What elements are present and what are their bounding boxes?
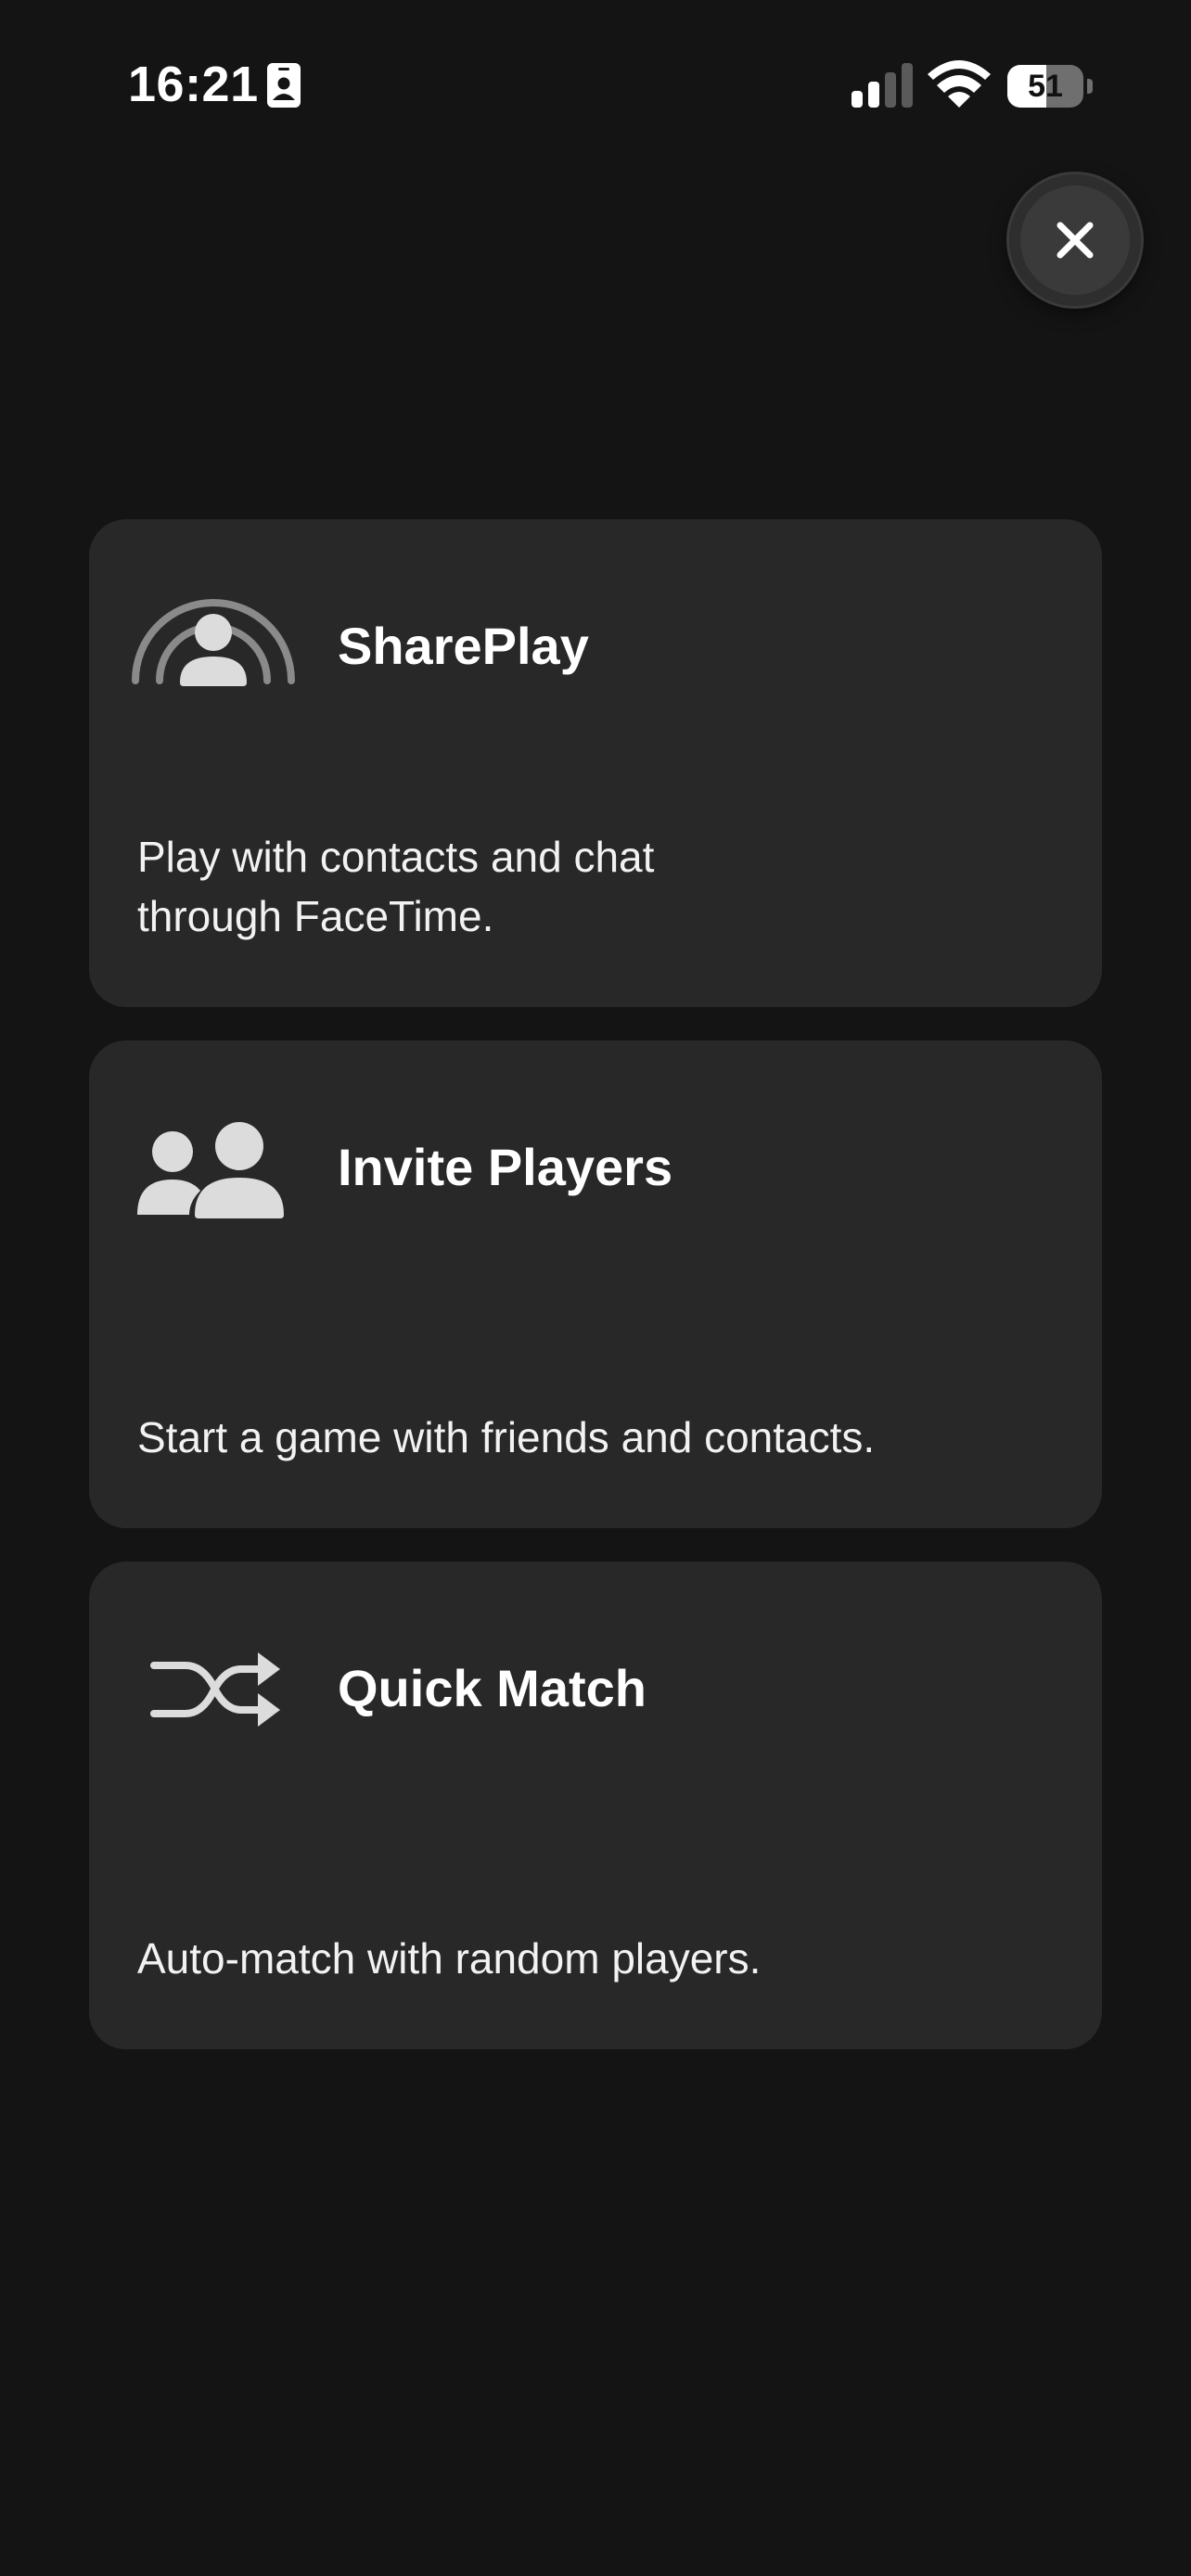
card-description: Play with contacts and chat through Face…: [137, 833, 655, 940]
close-icon: [1057, 222, 1094, 259]
two-people-icon: [137, 1122, 284, 1218]
shuffle-icon: [150, 1652, 280, 1727]
quick-match-option-card[interactable]: Quick Match Auto-match with random playe…: [89, 1562, 1102, 2049]
cellular-signal-icon: [852, 63, 913, 108]
card-title: Invite Players: [338, 1138, 673, 1196]
close-button-inner[interactable]: [1020, 185, 1130, 295]
card-description: Auto-match with random players.: [137, 1934, 762, 1983]
card-title: SharePlay: [338, 617, 589, 675]
status-bar: 16:21 51: [0, 0, 1191, 167]
battery-body: 51: [1007, 65, 1083, 108]
wifi-icon: [928, 60, 991, 108]
battery-icon: 51: [1007, 65, 1093, 108]
battery-level: 51: [1028, 69, 1063, 104]
status-time: 16:21: [128, 57, 259, 112]
battery-tip: [1087, 79, 1093, 94]
shareplay-icon: [132, 599, 295, 686]
shareplay-option-card[interactable]: SharePlay Play with contacts and chat th…: [89, 519, 1102, 1007]
close-button[interactable]: [1009, 174, 1141, 306]
invite-players-option-card[interactable]: Invite Players Start a game with friends…: [89, 1040, 1102, 1528]
card-title: Quick Match: [338, 1659, 647, 1717]
contact-card-icon: [267, 63, 301, 108]
card-description: Start a game with friends and contacts.: [137, 1413, 876, 1461]
